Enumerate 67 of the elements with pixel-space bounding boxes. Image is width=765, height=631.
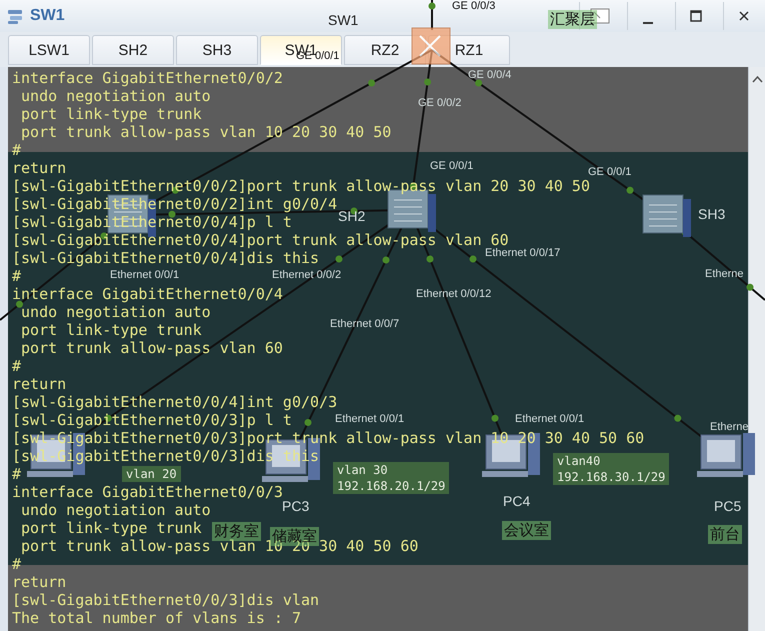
console-line: return [12,375,66,393]
console-line: [swl-GigabitEthernet0/0/3]dis vlan [12,591,320,609]
port-label: GE 0/0/1 [588,166,632,178]
area-label: 汇聚层 [548,10,597,29]
port-label: GE 0/0/3 [452,0,496,12]
console-line: return [12,573,66,591]
switch-icon[interactable] [642,194,691,237]
console-line: # [12,357,22,375]
console-line: # [12,465,22,483]
port-label: Ethernet 0/0/12 [416,288,492,300]
device-label: PC3 [282,498,310,514]
scrollbar[interactable] [748,67,765,631]
link-line [428,0,436,30]
port-label: Etherne [710,421,749,433]
device-label: PC4 [503,493,530,509]
caret-icon[interactable] [752,75,762,83]
device-label: SH3 [698,206,726,222]
port-label: Ethernet 0/0/17 [485,247,560,259]
console-line: port trunk allow-pass vlan 60 [20,339,283,357]
area-label: 前台 [708,525,742,544]
tab[interactable]: LSW1 [8,35,90,65]
console-line: port link-type trunk [20,321,202,339]
console-line: # [12,555,22,573]
console-line: [swl-GigabitEthernet0/0/4]port trunk allow-pass vlan 60 [12,231,509,249]
area-label: 会议室 [502,521,551,540]
console-line: interface GigabitEthernet0/0/3 [12,483,283,501]
port-label: Ethernet 0/0/1 [110,269,180,281]
console-line: port trunk allow-pass vlan 10 20 30 40 50 [20,123,392,141]
router-icon[interactable] [412,28,450,64]
console-line: undo negotiation auto [20,303,211,321]
console-line: # [12,267,22,285]
vlan-note: vlan 20 [122,466,181,482]
tab[interactable]: SH3 [176,35,258,65]
console-line: [swl-GigabitEthernet0/0/3]p l t [12,411,292,429]
console-line: port link-type trunk [20,519,202,537]
port-label: Ethernet 0/0/2 [272,269,342,281]
close-icon [738,10,750,22]
port-label: GE 0/0/4 [468,69,512,81]
port-label: Etherne [705,268,744,280]
port-label: GE 0/0/1 [430,160,474,172]
computer-icon[interactable] [697,433,755,477]
port-label: Ethernet 0/0/1 [335,413,404,425]
console-line: undo negotiation auto [20,501,211,519]
window-title: SW1 [30,7,65,25]
window-icon [6,7,24,25]
console-line: port link-type trunk [20,105,202,123]
console-line: # [12,141,22,159]
console-line: [swl-GigabitEthernet0/0/4]dis this [12,249,320,267]
console-line: undo negotiation auto [20,87,211,105]
device-label: SH2 [338,208,366,224]
tab[interactable]: SH2 [92,35,174,65]
minimize-icon [642,22,652,24]
port-label: Ethernet 0/0/1 [515,413,584,425]
console-line: interface GigabitEthernet0/0/2 [12,69,283,87]
console-line: return [12,159,66,177]
area-label: 财务室 [212,522,261,541]
device-label: PC5 [714,498,742,514]
vlan-note: vlan 30 192.168.20.1/29 [333,462,450,494]
device-label: SW1 [328,12,358,28]
computer-icon[interactable] [482,433,540,477]
vlan-note: vlan40 192.168.30.1/29 [553,453,670,485]
console-line: [swl-GigabitEthernet0/0/2]port trunk allow-pass vlan 20 30 40 50 [12,177,590,195]
maximize-icon [690,10,702,22]
console-line: The total number of vlans is : 7 [12,609,301,627]
console-line: interface GigabitEthernet0/0/4 [12,285,283,303]
console-line: [swl-GigabitEthernet0/0/4]int g0/0/3 [12,393,338,411]
port-label: Ethernet 0/0/7 [330,318,400,330]
